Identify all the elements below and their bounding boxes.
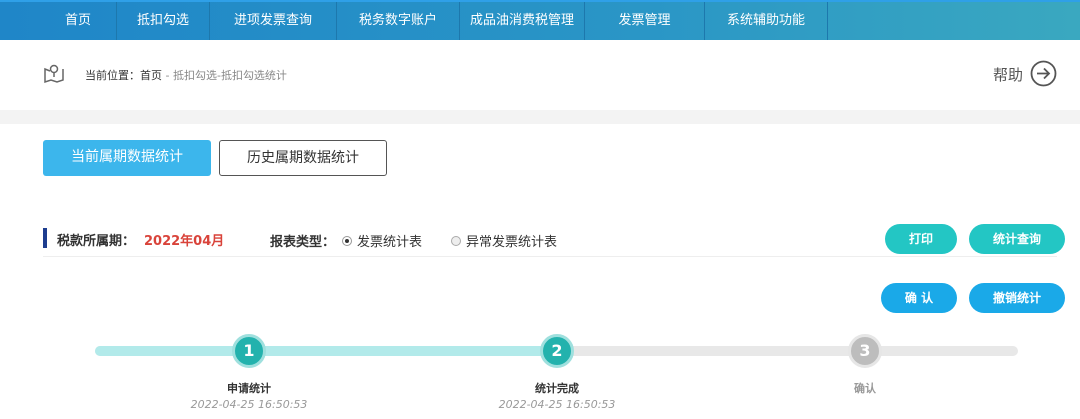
print-button[interactable]: 打印 [885,224,957,254]
progress-fill [95,346,557,356]
nav-tax-account[interactable]: 税务数字账户 [337,2,460,40]
help-link[interactable]: 帮助 [993,64,1023,85]
step-2-circle: 2 [540,334,574,368]
confirm-button[interactable]: 确 认 [881,283,957,313]
step-2-label: 统计完成 [535,382,579,395]
breadcrumb: 当前位置：首页 - 抵扣勾选-抵扣勾选统计 [85,67,287,83]
radio-unchecked-icon [451,235,461,246]
tab-history-period[interactable]: 历史属期数据统计 [219,140,387,176]
radio-label: 异常发票统计表 [466,235,558,250]
breadcrumb-home[interactable]: 首页 [140,69,162,82]
breadcrumb-prefix: 当前位置： [85,69,140,82]
nav-invoice-query[interactable]: 进项发票查询 [210,2,337,40]
breadcrumb-sep: - [162,69,173,82]
radio-checked-icon [342,235,352,246]
report-type-label: 报表类型： [270,235,336,250]
section-marker [43,228,47,248]
divider [0,110,1080,124]
radio-invoice-stats[interactable]: 发票统计表 [342,231,422,250]
nav-oil-tax[interactable]: 成品油消费税管理 [460,2,585,40]
divider [43,256,1057,257]
step-1-time: 2022-04-25 16:50:53 [190,398,308,411]
map-pin-icon [44,64,64,84]
top-nav: 首页 抵扣勾选 进项发票查询 税务数字账户 成品油消费税管理 发票管理 系统辅助… [0,0,1080,40]
cancel-stats-button[interactable]: 撤销统计 [969,283,1065,313]
step-3-circle: 3 [848,334,882,368]
nav-invoice-manage[interactable]: 发票管理 [585,2,705,40]
period-value: 2022年04月 [144,234,225,249]
arrow-right-circle-icon[interactable] [1030,60,1057,87]
tab-current-period[interactable]: 当前属期数据统计 [43,140,211,176]
step-1-label: 申请统计 [227,382,271,395]
step-3-label: 确认 [854,382,876,395]
nav-home[interactable]: 首页 [40,2,117,40]
step-2-time: 2022-04-25 16:50:53 [498,398,616,411]
breadcrumb-bar: 当前位置：首页 - 抵扣勾选-抵扣勾选统计 帮助 [0,40,1080,110]
nav-system-tools[interactable]: 系统辅助功能 [705,2,828,40]
period-label: 税款所属期： [57,234,136,249]
step-1-circle: 1 [232,334,266,368]
stats-query-button[interactable]: 统计查询 [969,224,1065,254]
nav-deduction[interactable]: 抵扣勾选 [117,2,210,40]
breadcrumb-path: 抵扣勾选-抵扣勾选统计 [172,69,287,82]
radio-abnormal-stats[interactable]: 异常发票统计表 [451,231,557,250]
radio-label: 发票统计表 [357,235,423,250]
